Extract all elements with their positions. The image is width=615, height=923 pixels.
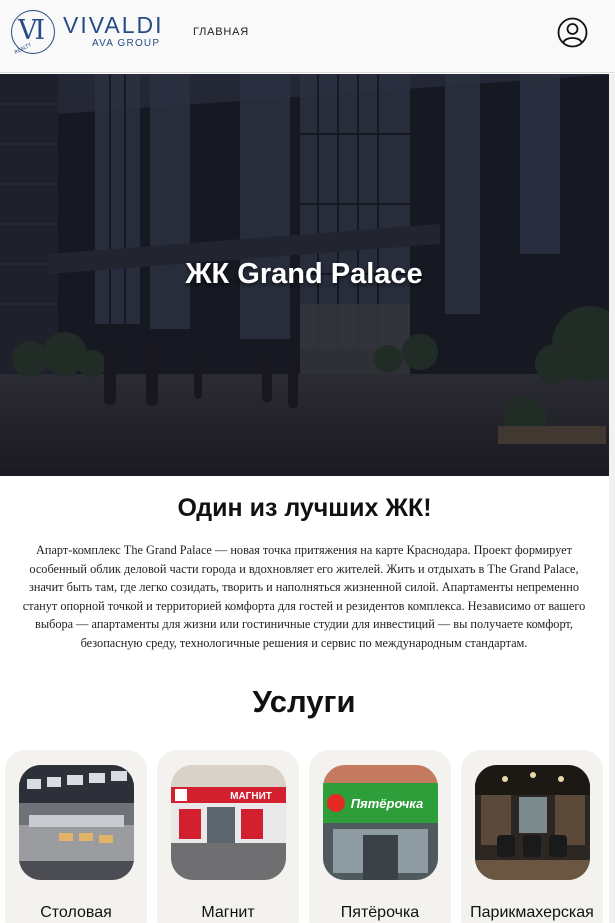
site-header: VI REALTY VIVALDI AVA GROUP ГЛАВНАЯ [0, 0, 615, 73]
service-card-image: МАГНИТ [171, 765, 286, 880]
intro-description: Апарт-комплекс The Grand Palace — новая … [22, 543, 586, 650]
service-card-title: Парикмахерская [470, 904, 594, 921]
service-card-image: Пятёрочка [323, 765, 438, 880]
service-card-canteen[interactable]: Столовая [5, 750, 147, 923]
logo-wordmark: VIVALDI [63, 12, 164, 38]
hero-banner: ЖК Grand Palace [0, 74, 615, 476]
logo-mark: VI REALTY [11, 10, 55, 56]
canteen-photo [19, 765, 134, 880]
user-circle-icon [557, 17, 588, 48]
nav-home-link[interactable]: ГЛАВНАЯ [193, 26, 249, 38]
service-card-title: Магнит [201, 904, 255, 921]
logo[interactable]: VI REALTY VIVALDI AVA GROUP [11, 8, 164, 56]
pyaterochka-photo: Пятёрочка [323, 765, 438, 880]
magnit-sign: МАГНИТ [230, 791, 272, 802]
hero-title: ЖК Grand Palace [185, 258, 423, 290]
service-card-magnit[interactable]: МАГНИТ Магнит [157, 750, 299, 923]
service-card-title: Столовая [40, 904, 112, 921]
user-account-button[interactable] [557, 17, 588, 48]
page-scrollbar[interactable] [609, 74, 615, 923]
pyaterochka-sign: Пятёрочка [351, 796, 424, 811]
service-card-title: Пятёрочка [340, 904, 420, 921]
logo-subline: AVA GROUP [92, 38, 161, 49]
service-card-image [475, 765, 590, 880]
service-card-pyaterochka[interactable]: Пятёрочка Пятёрочка [309, 750, 451, 923]
services-heading: Услуги [252, 684, 356, 719]
magnit-photo: МАГНИТ [171, 765, 286, 880]
service-card-barbershop[interactable]: Парикмахерская [461, 750, 603, 923]
intro-heading: Один из лучших ЖК! [177, 494, 432, 522]
service-card-image [19, 765, 134, 880]
barbershop-photo [475, 765, 590, 880]
